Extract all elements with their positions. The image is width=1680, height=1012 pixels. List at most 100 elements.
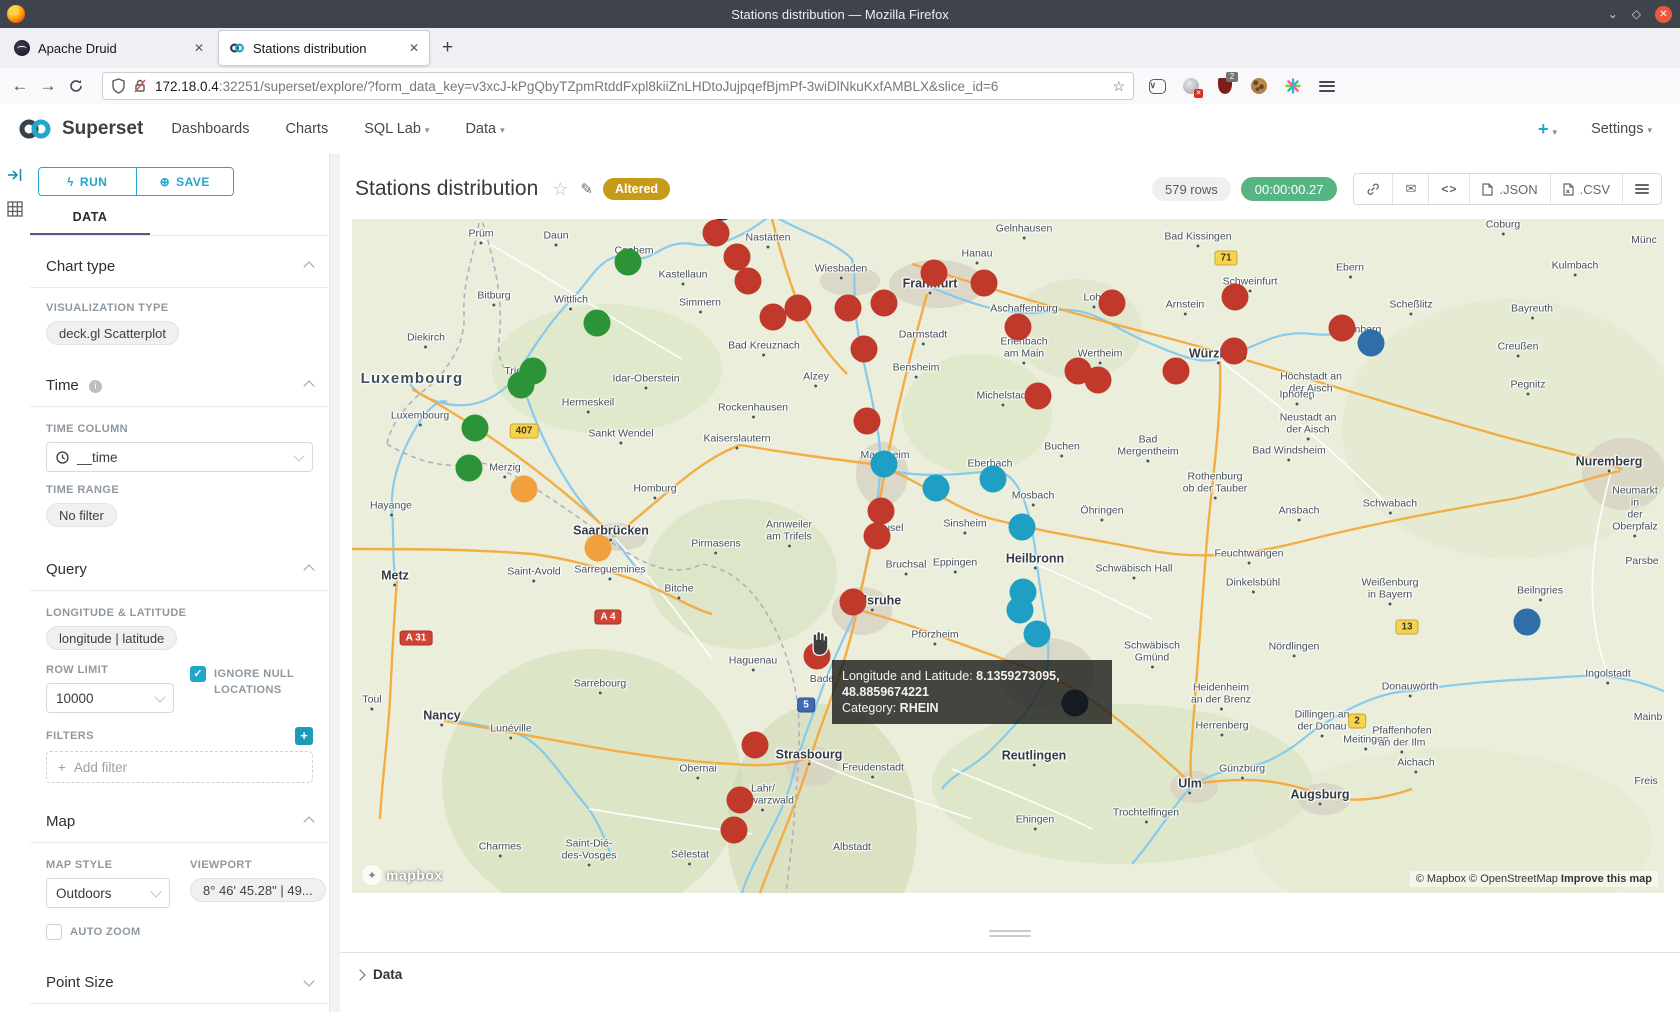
collapse-panel-icon[interactable] [7,168,30,187]
reload-button[interactable] [62,79,90,93]
datasource-grid-icon[interactable] [7,201,30,222]
nav-sql-lab[interactable]: SQL Lab▾ [364,121,429,137]
scatter-point-steel[interactable] [1514,609,1541,636]
nav-dashboards[interactable]: Dashboards [171,121,249,137]
scatter-point-red[interactable] [1163,358,1190,385]
nav-data[interactable]: Data▾ [465,121,504,137]
back-button[interactable]: ← [6,76,34,96]
scatter-point-red[interactable] [735,268,762,295]
panel-resize-handle[interactable] [989,927,1031,940]
scatter-point-red[interactable] [1222,284,1249,311]
embed-code-button[interactable]: <> [1428,174,1469,204]
menu-icon[interactable] [1318,77,1336,95]
add-filter-box[interactable]: + Add filter [46,751,313,783]
scatter-point-green[interactable] [462,415,489,442]
tab-stations-distribution[interactable]: Stations distribution ✕ [218,30,430,66]
wappalyzer-icon[interactable]: 2 [1216,77,1234,95]
scatter-point-red[interactable] [727,787,754,814]
attrib-osm[interactable]: © OpenStreetMap [1469,873,1561,885]
scatter-point-red[interactable] [1221,338,1248,365]
time-column-select[interactable]: __time [46,442,313,472]
email-button[interactable]: ✉ [1392,174,1428,204]
scatter-point-green[interactable] [508,372,535,399]
superset-logo[interactable]: Superset [16,117,143,141]
tab-apache-druid[interactable]: Apache Druid ✕ [4,31,214,65]
tab-close-icon[interactable]: ✕ [194,41,204,55]
favorite-star-icon[interactable]: ☆ [552,179,568,200]
viewport-pill[interactable]: 8° 46' 45.28" | 49... [190,878,326,902]
scatter-point-red[interactable] [721,817,748,844]
data-panel-toggle[interactable]: Data [356,967,1680,982]
scatter-point-red[interactable] [854,408,881,435]
scatter-point-cyan[interactable] [871,451,898,478]
scatter-point-green[interactable] [584,310,611,337]
scatter-point-red[interactable] [742,732,769,759]
mapbox-logo[interactable]: ✦ mapbox [362,865,443,885]
ignore-null-checkbox[interactable]: ✓ [190,666,206,682]
scatter-point-red[interactable] [1005,314,1032,341]
scatter-point-green[interactable] [456,455,483,482]
scatter-point-red[interactable] [871,290,898,317]
section-chart-type[interactable]: Chart type [30,258,329,275]
add-new-button[interactable]: +▾ [1538,119,1557,140]
edit-properties-icon[interactable]: ✎ [580,180,593,198]
deckgl-scatter-map[interactable]: PrümDaunNastättenGelnhausenHanauBad Kiss… [352,219,1664,893]
scatter-point-red[interactable] [971,270,998,297]
settings-menu[interactable]: Settings▾ [1591,121,1652,137]
scatter-point-red[interactable] [1329,315,1356,342]
scatter-point-steel[interactable] [1358,330,1385,357]
section-point-size[interactable]: Point Size [30,974,329,991]
window-minimize-icon[interactable]: ⌄ [1608,8,1618,20]
section-map[interactable]: Map [30,813,329,830]
url-text[interactable]: 172.18.0.4:32251/superset/explore/?form_… [155,79,1112,94]
viz-type-pill[interactable]: deck.gl Scatterplot [46,321,179,345]
section-query[interactable]: Query [30,561,329,578]
scatter-point-cyan[interactable] [1024,621,1051,648]
scatter-point-red[interactable] [864,523,891,550]
scatter-point-red[interactable] [868,498,895,525]
scatter-point-orange[interactable] [511,476,538,503]
run-button[interactable]: ϟRUN [39,168,137,195]
scatter-point-red[interactable] [1025,383,1052,410]
window-close-icon[interactable]: ✕ [1655,6,1672,23]
cookie-extension-icon[interactable] [1250,77,1268,95]
scatter-point-cyan[interactable] [923,475,950,502]
export-csv-button[interactable]: .CSV [1550,174,1622,204]
section-time[interactable]: Time i [30,377,329,394]
insecure-lock-icon[interactable] [133,78,147,94]
map-style-select[interactable]: Outdoors [46,878,170,908]
auto-zoom-checkbox[interactable] [46,924,62,940]
chart-menu-button[interactable] [1622,174,1661,204]
time-range-pill[interactable]: No filter [46,503,117,527]
window-maximize-icon[interactable]: ◇ [1632,8,1641,20]
scatter-point-red[interactable] [851,336,878,363]
scatter-point-red[interactable] [760,304,787,331]
scatter-point-red[interactable] [703,220,730,247]
scatter-point-red[interactable] [785,295,812,322]
add-filter-plus-button[interactable]: + [295,727,313,745]
scatter-point-red[interactable] [921,260,948,287]
scatter-point-orange[interactable] [585,535,612,562]
lonlat-pill[interactable]: longitude | latitude [46,626,177,650]
bookmark-star-icon[interactable]: ☆ [1112,78,1125,95]
attrib-mapbox[interactable]: © Mapbox [1416,873,1469,885]
scatter-point-red[interactable] [724,244,751,271]
url-bar[interactable]: 172.18.0.4:32251/superset/explore/?form_… [102,72,1134,100]
sparkle-extension-icon[interactable] [1284,77,1302,95]
scatter-point-red[interactable] [1099,290,1126,317]
scatter-point-cyan[interactable] [980,466,1007,493]
export-json-button[interactable]: .JSON [1469,174,1549,204]
scatter-point-red[interactable] [1085,367,1112,394]
scatter-point-red[interactable] [840,589,867,616]
new-tab-button[interactable]: + [442,37,453,59]
tab-data[interactable]: DATA [30,210,150,233]
row-limit-select[interactable]: 10000 [46,683,174,713]
attrib-improve-link[interactable]: Improve this map [1561,873,1652,885]
scatter-point-cyan[interactable] [1007,597,1034,624]
account-extension-icon[interactable]: ✕ [1182,77,1200,95]
scatter-point-green[interactable] [615,249,642,276]
scatter-point-cyan[interactable] [1009,514,1036,541]
save-button[interactable]: ⊕SAVE [137,168,234,195]
scatter-point-red[interactable] [835,295,862,322]
pocket-icon[interactable]: ∨ [1148,77,1166,95]
